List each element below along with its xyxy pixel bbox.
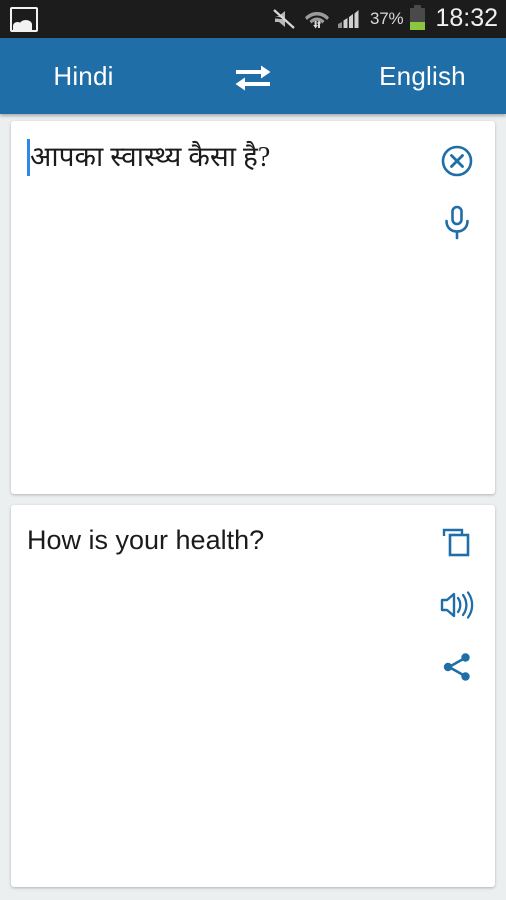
copy-button[interactable]: [433, 519, 481, 567]
close-circle-icon: [441, 145, 473, 177]
source-text-card[interactable]: आपका स्वास्थ्य कैसा है?: [11, 121, 495, 494]
share-icon: [443, 653, 470, 681]
source-language-button[interactable]: Hindi: [0, 38, 167, 114]
share-button[interactable]: [433, 643, 481, 691]
translation-actions: [433, 519, 481, 705]
translator-body: आपका स्वास्थ्य कैसा है? How is your heal…: [0, 114, 506, 900]
battery-fill: [410, 21, 426, 30]
status-bar: 37% 18:32: [0, 0, 506, 38]
cell-signal-icon: [338, 10, 359, 28]
gallery-icon: [10, 6, 38, 32]
status-bar-system-icons: 37% 18:32: [272, 3, 498, 33]
swap-languages-button[interactable]: [167, 59, 339, 93]
swap-horizontal-icon: [235, 65, 271, 91]
speak-button[interactable]: [433, 581, 481, 629]
language-toolbar: Hindi English: [0, 38, 506, 114]
source-text[interactable]: आपका स्वास्थ्य कैसा है?: [27, 140, 417, 175]
speaker-icon: [440, 591, 474, 619]
battery-icon: [410, 5, 426, 30]
copy-icon: [442, 528, 470, 557]
source-actions: [433, 137, 481, 247]
target-language-button[interactable]: English: [339, 38, 506, 114]
clear-button[interactable]: [433, 137, 481, 185]
battery-percent-label: 37%: [370, 9, 404, 28]
translated-text-card[interactable]: How is your health?: [11, 505, 495, 887]
translated-text: How is your health?: [27, 525, 265, 555]
wifi-icon: [305, 12, 329, 29]
status-bar-notifications: [10, 6, 38, 32]
clock-label: 18:32: [435, 3, 498, 32]
microphone-button[interactable]: [433, 199, 481, 247]
mute-icon: [273, 9, 295, 29]
microphone-icon: [445, 205, 469, 240]
